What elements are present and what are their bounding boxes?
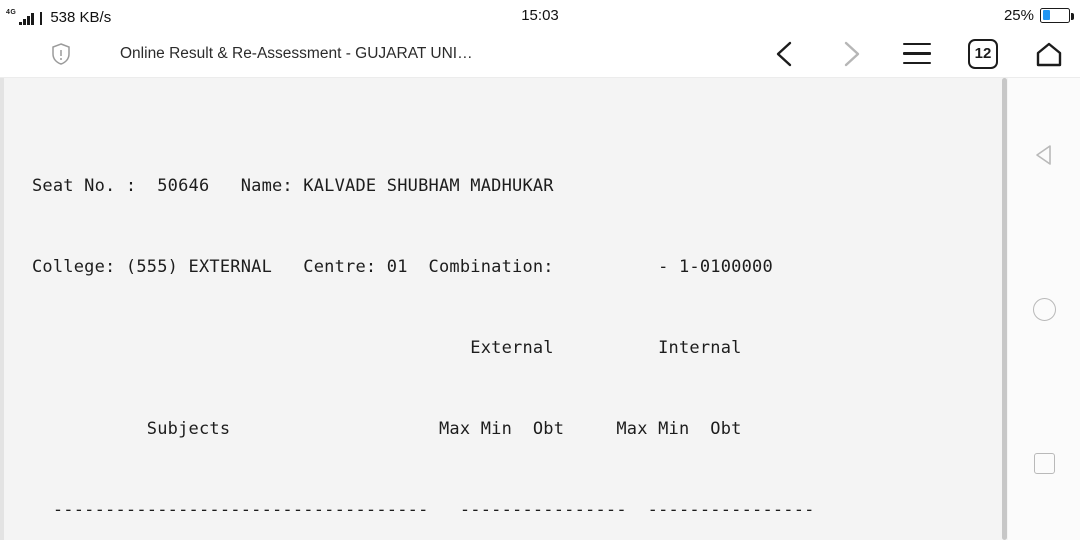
battery-fill — [1042, 10, 1050, 20]
nav-back-icon[interactable] — [1024, 135, 1064, 175]
scrollbar-thumb[interactable] — [1002, 78, 1007, 540]
result-column-header: Subjects Max Min Obt Max Min Obt — [32, 419, 742, 439]
tab-count-label: 12 — [968, 38, 998, 69]
browser-toolbar: Online Result & Re-Assessment - GUJARAT … — [0, 30, 1080, 78]
menu-icon[interactable] — [900, 37, 934, 71]
clock-label: 15:03 — [521, 6, 559, 24]
result-group-header: External Internal — [32, 338, 742, 358]
result-document: Seat No. : 50646 Name: KALVADE SHUBHAM M… — [0, 78, 1008, 540]
vertical-scrollbar[interactable] — [1000, 78, 1008, 540]
battery-percent-label: 25% — [1003, 6, 1034, 24]
battery-icon — [1040, 7, 1074, 23]
back-icon[interactable] — [768, 37, 802, 71]
result-text-block: Seat No. : 50646 Name: KALVADE SHUBHAM M… — [0, 78, 1000, 540]
result-seat-line: Seat No. : 50646 Name: KALVADE SHUBHAM M… — [32, 176, 554, 196]
home-icon[interactable] — [1032, 37, 1066, 71]
result-college-line: College: (555) EXTERNAL Centre: 01 Combi… — [32, 257, 773, 277]
tab-count-button[interactable]: 12 — [966, 37, 1000, 71]
result-rule-top: ------------------------------------ ---… — [32, 500, 815, 520]
nav-home-icon[interactable] — [1024, 289, 1064, 329]
toolbar-actions: 12 — [768, 37, 1066, 71]
status-bar-right: 25% — [1003, 0, 1074, 30]
android-navigation-bar — [1008, 78, 1080, 540]
status-bar: 4G 538 KB/s 15:03 25% — [0, 0, 1080, 30]
screen: 4G 538 KB/s 15:03 25% Online Result & Re… — [0, 0, 1080, 540]
shield-icon[interactable] — [50, 42, 72, 66]
forward-icon[interactable] — [834, 37, 868, 71]
page-title: Online Result & Re-Assessment - GUJARAT … — [120, 44, 473, 62]
page-left-edge — [0, 78, 7, 540]
nav-recents-icon[interactable] — [1024, 443, 1064, 483]
